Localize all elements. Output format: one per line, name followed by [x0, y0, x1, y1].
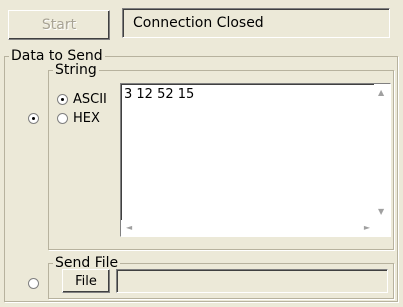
- connection-status-field: Connection Closed: [122, 8, 390, 38]
- hex-radio-icon[interactable]: [57, 113, 68, 124]
- hex-option[interactable]: HEX: [57, 111, 100, 126]
- app-window: Start Connection Closed Data to Send Str…: [0, 0, 403, 307]
- scrollbar-corner: [374, 220, 390, 236]
- ascii-option[interactable]: ASCII: [57, 92, 107, 107]
- scroll-left-arrow-icon[interactable]: ◄: [126, 224, 132, 232]
- scroll-right-arrow-icon[interactable]: ►: [364, 224, 370, 232]
- file-button[interactable]: File: [62, 269, 110, 293]
- string-group-label: String: [55, 62, 97, 78]
- hex-label: HEX: [73, 111, 100, 126]
- ascii-radio-icon[interactable]: [57, 94, 68, 105]
- horizontal-scrollbar[interactable]: ◄ ►: [121, 220, 374, 236]
- start-button[interactable]: Start: [8, 10, 110, 40]
- scroll-up-arrow-icon[interactable]: ▲: [378, 89, 384, 97]
- string-textarea[interactable]: 3 12 52 15 ▲ ▼ ◄ ►: [120, 83, 391, 237]
- file-path-field[interactable]: [116, 269, 388, 293]
- vertical-scrollbar[interactable]: ▲ ▼: [374, 84, 390, 220]
- string-textarea-value: 3 12 52 15: [124, 87, 195, 102]
- send-string-radio[interactable]: [28, 113, 39, 124]
- ascii-label: ASCII: [73, 92, 107, 107]
- send-file-radio[interactable]: [28, 278, 39, 289]
- scroll-down-arrow-icon[interactable]: ▼: [378, 208, 384, 216]
